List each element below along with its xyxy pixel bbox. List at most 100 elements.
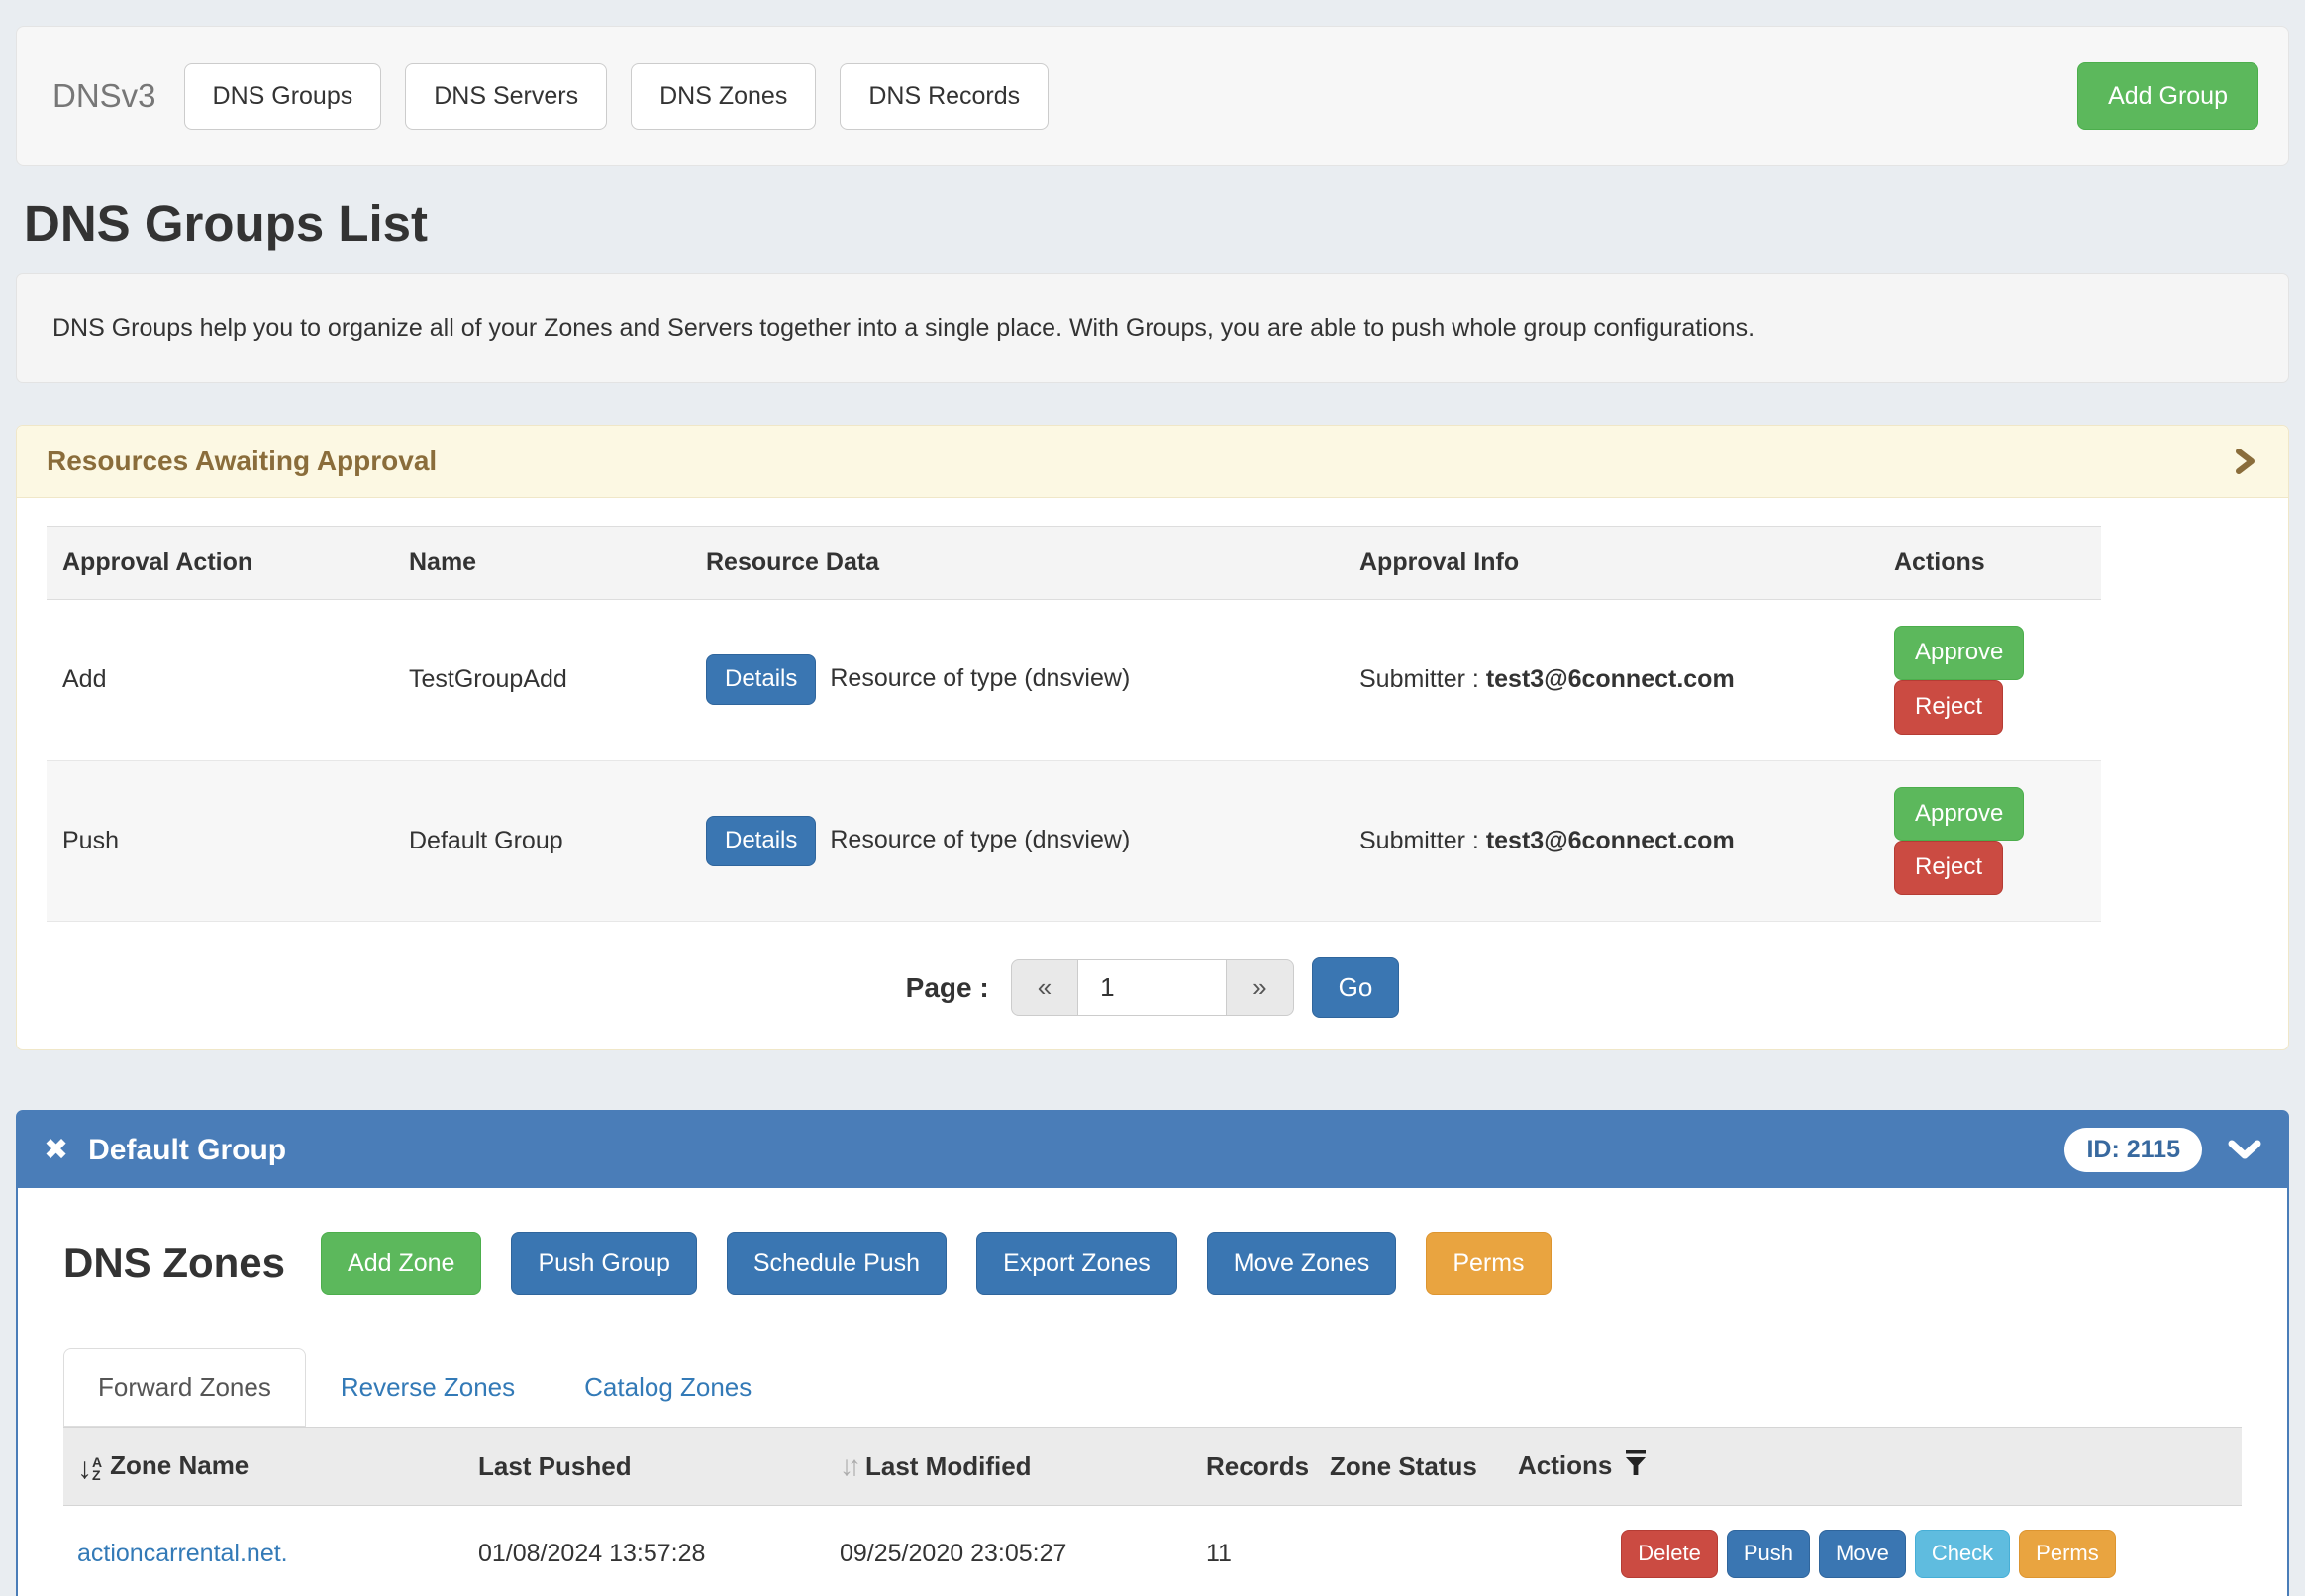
push-group-button[interactable]: Push Group	[511, 1232, 696, 1295]
details-button[interactable]: Details	[706, 654, 816, 705]
col-approval-action: Approval Action	[47, 527, 393, 600]
col-zone-name[interactable]: ↓AZZone Name	[63, 1428, 464, 1506]
page-go-button[interactable]: Go	[1312, 957, 1400, 1018]
chevron-down-icon[interactable]	[2228, 1140, 2261, 1161]
zones-table: ↓AZZone Name Last Pushed ↓↑Last Modified…	[63, 1427, 2242, 1596]
add-zone-button[interactable]: Add Zone	[321, 1232, 481, 1295]
approval-panel-header: Resources Awaiting Approval	[17, 426, 2288, 498]
tab-forward-zones[interactable]: Forward Zones	[63, 1348, 306, 1427]
zone-rows: actioncarrental.net. 01/08/2024 13:57:280…	[63, 1506, 2242, 1596]
approval-action-cell: Add	[47, 600, 393, 761]
col-approval-info: Approval Info	[1344, 527, 1878, 600]
approval-panel-title: Resources Awaiting Approval	[47, 446, 437, 477]
tab-reverse-zones[interactable]: Reverse Zones	[306, 1348, 550, 1427]
col-resource-data: Resource Data	[690, 527, 1344, 600]
col-zone-actions: Actions	[1504, 1428, 2242, 1506]
sort-updown-icon[interactable]: ↓↑	[840, 1450, 855, 1481]
approval-panel-body: Approval Action Name Resource Data Appro…	[17, 498, 2288, 1049]
zone-name-link[interactable]: actioncarrental.net.	[77, 1540, 288, 1567]
group-panel-body: DNS Zones Add Zone Push Group Schedule Pus…	[18, 1188, 2287, 1596]
delete-zone-button[interactable]: Delete	[1621, 1530, 1718, 1577]
page-prev-button[interactable]: «	[1011, 959, 1078, 1016]
zones-toolbar: Add Zone Push Group Schedule Push Export Zo…	[321, 1232, 1552, 1295]
check-zone-button[interactable]: Check	[1915, 1530, 2010, 1577]
zone-name-cell: actioncarrental.net.	[63, 1506, 464, 1596]
approval-panel: Resources Awaiting Approval Approval Act…	[16, 425, 2289, 1050]
resource-data-cell: Details Resource of type (dnsview)	[690, 600, 1344, 761]
submitter-label: Submitter :	[1359, 827, 1486, 854]
zones-table-header-row: ↓AZZone Name Last Pushed ↓↑Last Modified…	[63, 1428, 2242, 1506]
zone-actions-cell: DeletePushMoveCheckPerms	[1504, 1506, 2242, 1596]
add-group-button[interactable]: Add Group	[2077, 62, 2258, 130]
last-modified-cell: 09/25/2020 23:05:27	[826, 1506, 1192, 1596]
group-panel-header: ✖ Default Group ID: 2115	[18, 1112, 2287, 1188]
chevron-right-icon[interactable]	[2233, 448, 2258, 475]
approval-actions-cell: ApproveReject	[1878, 760, 2101, 922]
approval-info-cell: Submitter : test3@6connect.com	[1344, 600, 1878, 761]
submitter-email: test3@6connect.com	[1486, 827, 1735, 854]
page-title: DNS Groups List	[24, 196, 2289, 251]
approve-button[interactable]: Approve	[1894, 787, 2024, 842]
col-last-modified[interactable]: ↓↑Last Modified	[826, 1428, 1192, 1506]
export-zones-button[interactable]: Export Zones	[976, 1232, 1177, 1295]
nav-dns-servers-button[interactable]: DNS Servers	[405, 63, 607, 130]
group-id-badge: ID: 2115	[2064, 1128, 2202, 1172]
col-zone-status: Zone Status	[1316, 1428, 1504, 1506]
approval-name-cell: TestGroupAdd	[393, 600, 690, 761]
filter-icon[interactable]	[1624, 1452, 1648, 1482]
content: DNSv3 DNS Groups DNS Servers DNS Zones D…	[0, 0, 2305, 1596]
perms-zone-button[interactable]: Perms	[2019, 1530, 2116, 1577]
page-number-input[interactable]	[1078, 959, 1227, 1016]
col-actions: Actions	[1878, 527, 2101, 600]
col-last-pushed: Last Pushed	[464, 1428, 826, 1506]
resource-data-cell: Details Resource of type (dnsview)	[690, 760, 1344, 922]
page: DNSv3 DNS Groups DNS Servers DNS Zones D…	[0, 0, 2305, 1596]
col-records: Records	[1192, 1428, 1316, 1506]
perms-button[interactable]: Perms	[1426, 1232, 1551, 1295]
submitter-label: Submitter :	[1359, 665, 1486, 693]
page-input-group: « »	[1011, 959, 1294, 1016]
approval-table-header-row: Approval Action Name Resource Data Appro…	[47, 527, 2101, 600]
resource-data-text: Resource of type (dnsview)	[830, 664, 1130, 692]
last-pushed-cell: 01/08/2024 13:57:28	[464, 1506, 826, 1596]
page-label: Page :	[906, 972, 989, 1004]
zones-header-row: DNS Zones Add Zone Push Group Schedule Pus…	[63, 1232, 2242, 1295]
tab-catalog-zones[interactable]: Catalog Zones	[550, 1348, 786, 1427]
approval-name-cell: Default Group	[393, 760, 690, 922]
records-cell: 11	[1192, 1506, 1316, 1596]
group-panel-title: Default Group	[88, 1134, 286, 1167]
move-zones-button[interactable]: Move Zones	[1207, 1232, 1397, 1295]
resource-data-text: Resource of type (dnsview)	[830, 826, 1130, 853]
approval-row: PushDefault Group Details Resource of type…	[47, 760, 2101, 922]
page-next-button[interactable]: »	[1227, 959, 1293, 1016]
submitter-email: test3@6connect.com	[1486, 665, 1735, 693]
nav-dns-zones-button[interactable]: DNS Zones	[631, 63, 816, 130]
approval-info-cell: Submitter : test3@6connect.com	[1344, 760, 1878, 922]
approval-row: AddTestGroupAdd Details Resource of type (…	[47, 600, 2101, 761]
nav-dns-records-button[interactable]: DNS Records	[840, 63, 1049, 130]
approval-rows: AddTestGroupAdd Details Resource of type (…	[47, 600, 2101, 922]
move-zone-button[interactable]: Move	[1819, 1530, 1906, 1577]
zone-row: actioncarrental.net. 01/08/2024 13:57:280…	[63, 1506, 2242, 1596]
reject-button[interactable]: Reject	[1894, 680, 2003, 735]
reject-button[interactable]: Reject	[1894, 841, 2003, 895]
details-button[interactable]: Details	[706, 816, 816, 866]
sort-alpha-asc-icon[interactable]: ↓AZ	[77, 1455, 102, 1482]
close-icon[interactable]: ✖	[44, 1136, 68, 1165]
group-panel: ✖ Default Group ID: 2115 DNS Zones Add Z…	[16, 1110, 2289, 1596]
zones-section-title: DNS Zones	[63, 1240, 285, 1287]
page-description: DNS Groups help you to organize all of y…	[16, 273, 2289, 383]
schedule-push-button[interactable]: Schedule Push	[727, 1232, 947, 1295]
approval-actions-cell: ApproveReject	[1878, 600, 2101, 761]
zone-status-cell	[1316, 1506, 1504, 1596]
app-brand: DNSv3	[52, 77, 156, 115]
approve-button[interactable]: Approve	[1894, 626, 2024, 680]
approval-action-cell: Push	[47, 760, 393, 922]
nav-dns-groups-button[interactable]: DNS Groups	[184, 63, 382, 130]
pagination: Page : « » Go	[47, 957, 2258, 1018]
topbar: DNSv3 DNS Groups DNS Servers DNS Zones D…	[16, 26, 2289, 166]
zones-tabs: Forward ZonesReverse ZonesCatalog Zones	[63, 1348, 2242, 1427]
col-name: Name	[393, 527, 690, 600]
push-zone-button[interactable]: Push	[1727, 1530, 1810, 1577]
approval-table: Approval Action Name Resource Data Appro…	[47, 526, 2101, 922]
